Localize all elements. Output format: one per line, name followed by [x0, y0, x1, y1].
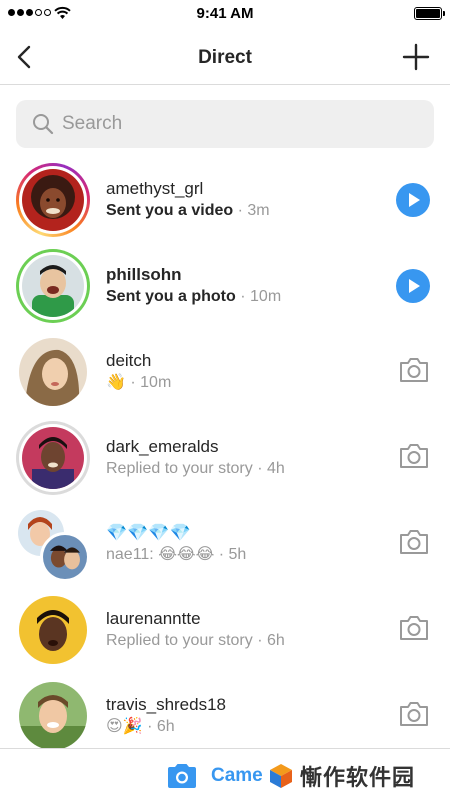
avatar[interactable] [16, 679, 90, 753]
thread-username: amethyst_grl [106, 179, 204, 198]
status-time: 9:41 AM [196, 5, 254, 22]
group-avatar[interactable] [18, 510, 90, 582]
thread-time: 10m [250, 288, 282, 305]
play-icon[interactable] [396, 269, 430, 303]
avatar[interactable] [16, 163, 90, 237]
thread-preview: Replied to your story [106, 460, 253, 477]
thread-row[interactable]: travis_shreds18 😍🎉 · 6h [0, 672, 450, 758]
new-message-plus-icon[interactable] [402, 43, 430, 71]
thread-row[interactable]: dark_emeralds Replied to your story · 4h [0, 414, 450, 500]
thread-time: 6h [156, 718, 175, 735]
thread-time: 6h [266, 632, 285, 649]
search-icon [33, 114, 54, 135]
page-title: Direct [198, 47, 252, 68]
camera-icon[interactable] [398, 527, 430, 557]
avatar-photo [19, 682, 87, 750]
avatar-photo [43, 535, 87, 579]
play-icon[interactable] [396, 183, 430, 217]
thread-preview: Sent you a photo [106, 288, 236, 305]
nav-bar: Direct [0, 28, 450, 85]
search-bar[interactable] [16, 100, 434, 148]
status-bar: 9:41 AM [0, 0, 450, 28]
thread-username: deitch [106, 351, 152, 370]
thread-row[interactable]: laurenanntte Replied to your story · 6h [0, 586, 450, 672]
thread-preview: 👋 [106, 374, 126, 391]
thread-time: 4h [266, 460, 285, 477]
avatar[interactable] [16, 335, 90, 409]
thread-row[interactable]: 💎💎💎💎 nae11: 😂😂😂 · 5h [0, 500, 450, 586]
camera-icon[interactable] [398, 355, 430, 385]
avatar[interactable] [16, 421, 90, 495]
camera-icon[interactable] [398, 441, 430, 471]
watermark-text: 慚作软件园 [300, 765, 416, 790]
search-input[interactable] [62, 113, 402, 135]
thread-username: phillsohn [106, 265, 182, 284]
avatar-photo [22, 169, 84, 231]
thread-time: 3m [247, 202, 270, 219]
thread-row[interactable]: amethyst_grl Sent you a video · 3m [0, 156, 450, 242]
camera-icon[interactable] [398, 613, 430, 643]
thread-username: dark_emeralds [106, 437, 219, 456]
thread-row[interactable]: deitch 👋 · 10m [0, 328, 450, 414]
thread-preview: nae11: 😂😂😂 [106, 546, 215, 563]
thread-preview: Replied to your story [106, 632, 253, 649]
avatar-photo [22, 427, 84, 489]
camera-icon[interactable] [398, 699, 430, 729]
avatar[interactable] [16, 593, 90, 667]
watermark: 慚作软件园 [262, 752, 450, 800]
thread-row[interactable]: phillsohn Sent you a photo · 10m [0, 242, 450, 328]
thread-preview: 😍🎉 [106, 718, 143, 735]
camera-icon [168, 764, 196, 788]
battery-icon [414, 7, 445, 20]
thread-username: travis_shreds18 [106, 695, 227, 714]
thread-title: 💎💎💎💎 [106, 523, 191, 542]
thread-time: 10m [140, 374, 172, 391]
thread-username: laurenanntte [106, 609, 201, 628]
thread-preview: Sent you a video [106, 202, 234, 219]
avatar-photo [19, 596, 87, 664]
avatar-photo [19, 338, 87, 406]
thread-time: 5h [228, 546, 247, 563]
avatar[interactable] [16, 249, 90, 323]
watermark-logo-icon [270, 764, 292, 788]
avatar-photo [22, 255, 84, 317]
